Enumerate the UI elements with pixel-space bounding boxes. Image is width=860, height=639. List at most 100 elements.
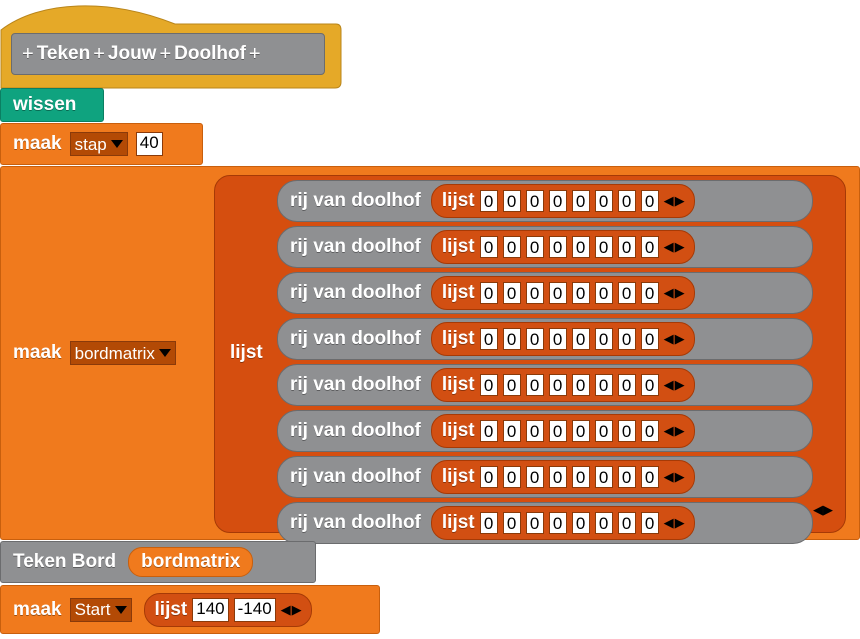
list-arrows-icon[interactable]: ◀▶	[664, 285, 694, 301]
plus-icon[interactable]: +	[22, 43, 34, 66]
list-item-input[interactable]: -140	[233, 597, 276, 622]
list-item-input[interactable]: 0	[571, 512, 590, 534]
list-item-input[interactable]: 0	[502, 190, 521, 212]
list-item-input[interactable]: 0	[571, 236, 590, 258]
list-item-input[interactable]: 0	[594, 236, 613, 258]
list-item-input[interactable]: 0	[571, 420, 590, 442]
list-item-input[interactable]: 0	[594, 466, 613, 488]
list-item-input[interactable]: 0	[571, 374, 590, 396]
list-item-input[interactable]: 0	[640, 328, 659, 350]
list-item-input[interactable]: 0	[479, 420, 498, 442]
list-item-input[interactable]: 0	[640, 512, 659, 534]
list-reporter[interactable]: lijst 0 0 0 0 0 0 0 0 ◀▶	[430, 506, 695, 540]
list-item-input[interactable]: 0	[525, 282, 544, 304]
list-reporter[interactable]: lijst 0 0 0 0 0 0 0 0 ◀▶	[430, 460, 695, 494]
list-item-input[interactable]: 0	[594, 282, 613, 304]
variable-dropdown[interactable]: stap	[69, 132, 128, 156]
outer-list-reporter[interactable]: lijst rij van doolhof lijst 0 0 0 0 0 0 0 0 ◀▶ rij …	[214, 175, 846, 544]
list-item-input[interactable]: 0	[502, 236, 521, 258]
list-item-input[interactable]: 0	[548, 374, 567, 396]
plus-icon[interactable]: +	[249, 43, 261, 66]
list-item-input[interactable]: 0	[479, 512, 498, 534]
set-start-block[interactable]: maak Start lijst 140 -140 ◀▶	[0, 585, 380, 634]
list-item-input[interactable]: 0	[594, 512, 613, 534]
list-item-input[interactable]: 0	[617, 466, 636, 488]
list-item-input[interactable]: 0	[640, 420, 659, 442]
list-item-input[interactable]: 0	[525, 420, 544, 442]
list-reporter[interactable]: lijst 140 -140 ◀▶	[143, 592, 312, 627]
list-item-input[interactable]: 0	[594, 328, 613, 350]
list-arrows-icon[interactable]: ◀▶	[664, 469, 694, 485]
rij-van-doolhof-block[interactable]: rij van doolhof lijst 0 0 0 0 0 0 0 0 ◀▶	[277, 364, 813, 406]
list-item-input[interactable]: 0	[548, 236, 567, 258]
list-item-input[interactable]: 0	[571, 282, 590, 304]
list-arrows-icon[interactable]: ◀▶	[664, 193, 694, 209]
list-item-input[interactable]: 0	[479, 236, 498, 258]
variable-dropdown[interactable]: bordmatrix	[69, 341, 176, 365]
list-item-input[interactable]: 0	[479, 282, 498, 304]
list-item-input[interactable]: 0	[617, 374, 636, 396]
list-arrows-icon[interactable]: ◀▶	[281, 602, 311, 618]
list-item-input[interactable]: 0	[594, 420, 613, 442]
list-item-input[interactable]: 0	[548, 420, 567, 442]
list-item-input[interactable]: 0	[617, 236, 636, 258]
list-item-input[interactable]: 0	[617, 282, 636, 304]
stap-value-input[interactable]: 40	[135, 132, 163, 156]
list-item-input[interactable]: 0	[479, 466, 498, 488]
rij-van-doolhof-block[interactable]: rij van doolhof lijst 0 0 0 0 0 0 0 0 ◀▶	[277, 272, 813, 314]
list-item-input[interactable]: 0	[525, 374, 544, 396]
list-item-input[interactable]: 0	[479, 374, 498, 396]
list-item-input[interactable]: 0	[571, 328, 590, 350]
rij-van-doolhof-block[interactable]: rij van doolhof lijst 0 0 0 0 0 0 0 0 ◀▶	[277, 226, 813, 268]
list-item-input[interactable]: 0	[548, 190, 567, 212]
list-item-input[interactable]: 0	[502, 466, 521, 488]
list-reporter[interactable]: lijst 0 0 0 0 0 0 0 0 ◀▶	[430, 184, 695, 218]
list-item-input[interactable]: 0	[617, 512, 636, 534]
plus-icon[interactable]: +	[93, 43, 105, 66]
list-arrows-icon[interactable]: ◀▶	[664, 423, 694, 439]
list-item-input[interactable]: 0	[502, 328, 521, 350]
list-item-input[interactable]: 0	[548, 512, 567, 534]
bordmatrix-variable[interactable]: bordmatrix	[128, 547, 254, 577]
list-item-input[interactable]: 0	[525, 236, 544, 258]
list-item-input[interactable]: 0	[571, 190, 590, 212]
list-arrows-icon[interactable]: ◀▶	[664, 331, 694, 347]
list-arrows-icon[interactable]: ◀▶	[664, 377, 694, 393]
list-item-input[interactable]: 0	[548, 282, 567, 304]
set-bordmatrix-block[interactable]: maak bordmatrix lijst rij van doolhof lij…	[0, 166, 860, 544]
list-item-input[interactable]: 0	[479, 328, 498, 350]
list-item-input[interactable]: 0	[502, 512, 521, 534]
list-item-input[interactable]: 0	[548, 466, 567, 488]
list-item-input[interactable]: 0	[640, 374, 659, 396]
rij-van-doolhof-block[interactable]: rij van doolhof lijst 0 0 0 0 0 0 0 0 ◀▶	[277, 318, 813, 360]
list-item-input[interactable]: 0	[617, 420, 636, 442]
rij-van-doolhof-block[interactable]: rij van doolhof lijst 0 0 0 0 0 0 0 0 ◀▶	[277, 410, 813, 452]
teken-bord-block[interactable]: Teken Bord bordmatrix	[0, 541, 316, 583]
list-item-input[interactable]: 0	[640, 190, 659, 212]
list-item-input[interactable]: 0	[525, 190, 544, 212]
list-item-input[interactable]: 0	[640, 236, 659, 258]
set-stap-block[interactable]: maak stap 40	[0, 123, 203, 165]
list-item-input[interactable]: 0	[525, 512, 544, 534]
list-reporter[interactable]: lijst 0 0 0 0 0 0 0 0 ◀▶	[430, 414, 695, 448]
list-item-input[interactable]: 0	[571, 466, 590, 488]
custom-block-definition[interactable]: + Teken + Jouw + Doolhof +	[11, 33, 325, 75]
list-reporter[interactable]: lijst 0 0 0 0 0 0 0 0 ◀▶	[430, 276, 695, 310]
list-item-input[interactable]: 0	[617, 328, 636, 350]
plus-icon[interactable]: +	[159, 43, 171, 66]
list-item-input[interactable]: 0	[640, 282, 659, 304]
wissen-block[interactable]: wissen	[0, 88, 104, 122]
outer-list-arrows-icon[interactable]: ◀▶	[813, 502, 833, 518]
variable-dropdown[interactable]: Start	[69, 597, 132, 622]
list-reporter[interactable]: lijst 0 0 0 0 0 0 0 0 ◀▶	[430, 368, 695, 402]
list-item-input[interactable]: 0	[525, 328, 544, 350]
list-item-input[interactable]: 0	[502, 282, 521, 304]
list-item-input[interactable]: 0	[617, 190, 636, 212]
rij-van-doolhof-block[interactable]: rij van doolhof lijst 0 0 0 0 0 0 0 0 ◀▶	[277, 180, 813, 222]
list-item-input[interactable]: 0	[594, 374, 613, 396]
list-item-input[interactable]: 0	[640, 466, 659, 488]
list-reporter[interactable]: lijst 0 0 0 0 0 0 0 0 ◀▶	[430, 230, 695, 264]
rij-van-doolhof-block[interactable]: rij van doolhof lijst 0 0 0 0 0 0 0 0 ◀▶	[277, 456, 813, 498]
list-reporter[interactable]: lijst 0 0 0 0 0 0 0 0 ◀▶	[430, 322, 695, 356]
list-item-input[interactable]: 0	[594, 190, 613, 212]
